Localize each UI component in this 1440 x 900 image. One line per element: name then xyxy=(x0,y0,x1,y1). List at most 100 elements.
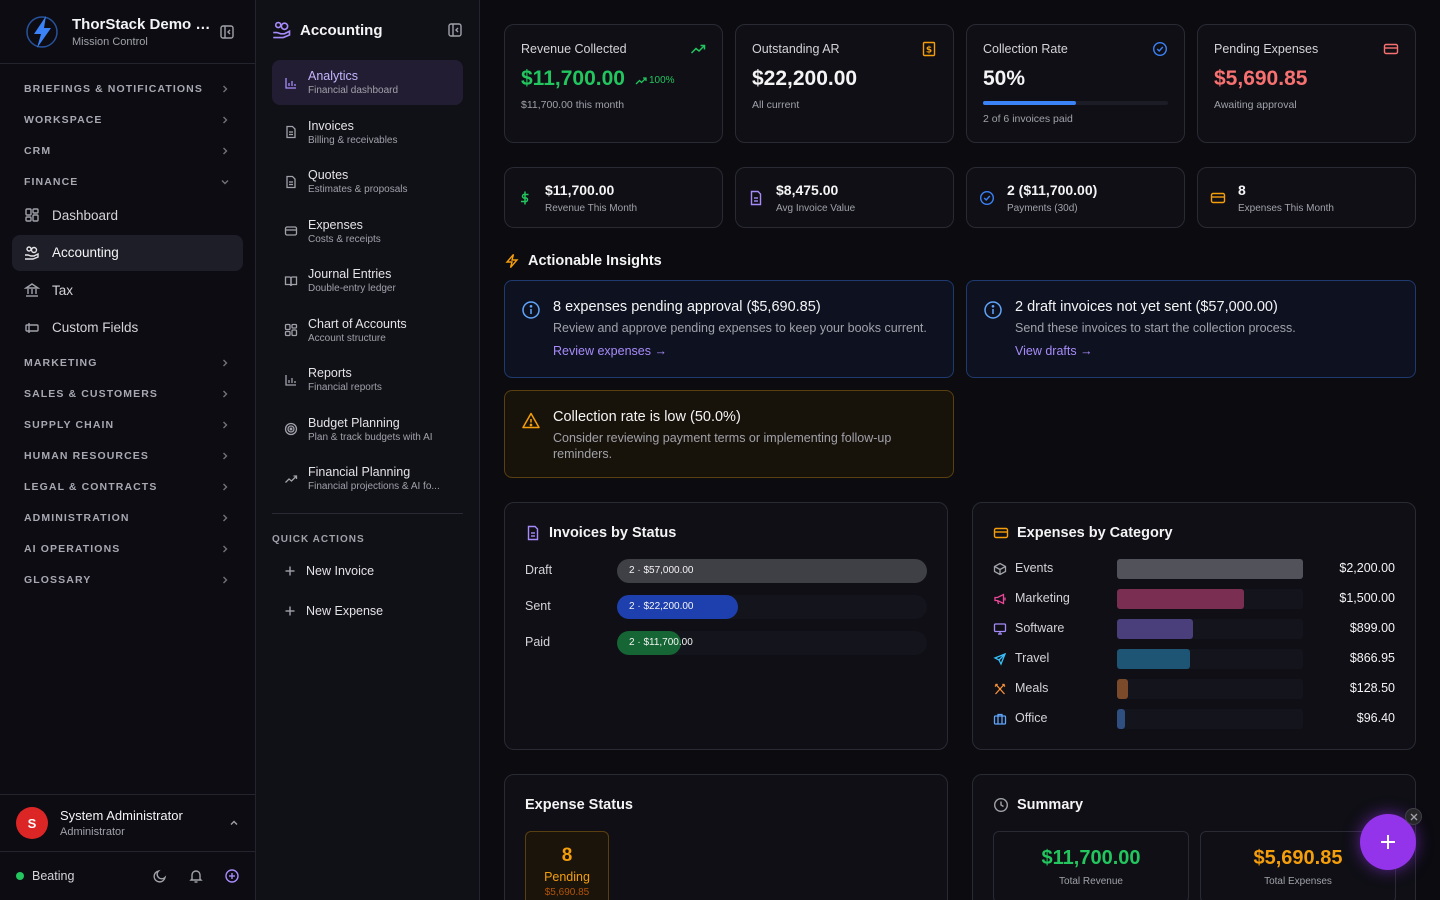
nav-group-workspace[interactable]: WORKSPACE xyxy=(0,104,255,135)
category-track xyxy=(1117,649,1303,669)
subnav-desc: Billing & receivables xyxy=(308,134,398,146)
add-circle-icon[interactable] xyxy=(224,868,240,884)
chevron-right-icon xyxy=(219,114,231,126)
category-amount: $1,500.00 xyxy=(1339,591,1395,605)
stat-value: 8 xyxy=(1238,182,1246,198)
subnav-label: Budget Planning xyxy=(308,415,400,430)
stat-label: Payments (30d) xyxy=(1007,203,1078,214)
info-icon xyxy=(521,300,541,320)
nav-group-legal[interactable]: LEGAL & CONTRACTS xyxy=(0,471,255,502)
kpi-label: Outstanding AR xyxy=(752,42,840,56)
status-label: Paid xyxy=(525,635,551,649)
briefcase-icon xyxy=(993,712,1007,726)
invoices-by-status-card: Invoices by Status Draft 2 · $57,000.00 Se… xyxy=(504,502,948,750)
kpi-subtext: $11,700.00 this month xyxy=(521,99,625,111)
kpi-value: $22,200.00 xyxy=(752,67,858,90)
review-expenses-link[interactable]: Review expenses → xyxy=(553,344,667,358)
plane-icon xyxy=(993,652,1007,666)
nav-group-briefings[interactable]: BRIEFINGS & NOTIFICATIONS xyxy=(0,73,255,104)
insight-description: Review and approve pending expenses to k… xyxy=(553,321,927,335)
subnav-item-expenses[interactable]: Expenses Costs & receipts xyxy=(272,209,463,254)
kpi-label: Pending Expenses xyxy=(1214,42,1319,56)
subnav-item-quotes[interactable]: Quotes Estimates & proposals xyxy=(272,159,463,204)
sidebar-item-custom-fields[interactable]: Custom Fields xyxy=(12,310,243,346)
collapse-sidebar-icon[interactable] xyxy=(219,24,235,40)
subnav-item-invoices[interactable]: Invoices Billing & receivables xyxy=(272,110,463,155)
nav-group-glossary[interactable]: GLOSSARY xyxy=(0,564,255,595)
nav-group-hr[interactable]: HUMAN RESOURCES xyxy=(0,440,255,471)
trending-up-icon xyxy=(284,472,298,486)
new-invoice-button[interactable]: New Invoice xyxy=(272,551,463,591)
brand-header[interactable]: ThorStack Demo C... Mission Control xyxy=(0,0,255,64)
category-bar xyxy=(1117,649,1191,669)
bell-icon[interactable] xyxy=(188,868,204,884)
subnav-item-analytics[interactable]: Analytics Financial dashboard xyxy=(272,60,463,105)
kpi-outstanding-ar: Outstanding AR $ $22,200.00 All current xyxy=(735,24,954,143)
category-bar xyxy=(1117,559,1303,579)
dismiss-fab-button[interactable] xyxy=(1405,808,1422,825)
subnav-item-budget-planning[interactable]: Budget Planning Plan & track budgets with… xyxy=(272,407,463,452)
nav-group-sales[interactable]: SALES & CUSTOMERS xyxy=(0,378,255,409)
sidebar-item-accounting[interactable]: Accounting xyxy=(12,234,243,271)
new-expense-button[interactable]: New Expense xyxy=(272,591,463,631)
nav-group-supply-chain[interactable]: SUPPLY CHAIN xyxy=(0,409,255,440)
nav-group-crm[interactable]: CRM xyxy=(0,135,255,166)
category-bar xyxy=(1117,709,1126,729)
status-track: 2 · $11,700.00 xyxy=(617,631,927,655)
stat-value: $8,475.00 xyxy=(776,182,839,198)
subnav-item-financial-planning[interactable]: Financial Planning Financial projections … xyxy=(272,456,463,501)
quick-actions-heading: QUICK ACTIONS xyxy=(272,534,365,545)
subnav-desc: Financial reports xyxy=(308,382,382,393)
check-circle-icon xyxy=(979,190,995,206)
status-row-draft[interactable]: Draft 2 · $57,000.00 xyxy=(525,559,927,583)
category-track xyxy=(1117,619,1303,639)
card-title: Expense Status xyxy=(525,797,633,813)
quick-action-label: New Invoice xyxy=(306,564,375,578)
quote-document-icon xyxy=(284,175,298,189)
book-open-icon xyxy=(284,274,298,288)
stat-label: Revenue This Month xyxy=(545,203,638,214)
kpi-revenue-collected: Revenue Collected $11,700.00 100% $11,70… xyxy=(504,24,723,143)
credit-card-icon xyxy=(284,224,298,238)
credit-card-icon xyxy=(993,525,1009,541)
subnav-item-chart-of-accounts[interactable]: Chart of Accounts Account structure xyxy=(272,308,463,353)
status-row-paid[interactable]: Paid 2 · $11,700.00 xyxy=(525,631,927,655)
moon-icon[interactable] xyxy=(152,868,168,884)
warning-triangle-icon xyxy=(521,411,541,431)
subnav-item-reports[interactable]: Reports Financial reports xyxy=(272,357,463,402)
insight-pending-expenses: 8 expenses pending approval ($5,690.85) … xyxy=(504,280,954,378)
category-track xyxy=(1117,709,1303,729)
chevron-right-icon xyxy=(219,83,231,95)
card-title: Invoices by Status xyxy=(525,525,676,541)
utensils-icon xyxy=(993,682,1007,696)
collection-progress-fill xyxy=(983,101,1076,105)
nav-group-administration[interactable]: ADMINISTRATION xyxy=(0,502,255,533)
chevron-right-icon xyxy=(219,543,231,555)
card-title-text: Summary xyxy=(1017,797,1084,813)
category-row-office: Office $96.40 xyxy=(993,709,1395,729)
status-label: Draft xyxy=(525,563,553,577)
stat-revenue-this-month: $11,700.00 Revenue This Month xyxy=(504,167,723,228)
category-track xyxy=(1117,589,1303,609)
nav-group-marketing[interactable]: MARKETING xyxy=(0,347,255,378)
dashboard-grid-icon xyxy=(24,207,40,223)
total-expenses-label: Total Expenses xyxy=(1264,876,1332,887)
nav-group-finance[interactable]: FINANCE xyxy=(0,166,255,197)
user-menu[interactable]: S System Administrator Administrator xyxy=(0,794,256,852)
insights-heading: Actionable Insights xyxy=(504,253,662,269)
accounting-subnav: Accounting Analytics Financial dashboard … xyxy=(256,0,480,900)
view-drafts-link[interactable]: View drafts → xyxy=(1015,344,1093,358)
nav-group-ai-operations[interactable]: AI OPERATIONS xyxy=(0,533,255,564)
subnav-desc: Double-entry ledger xyxy=(308,283,396,294)
sidebar-item-tax[interactable]: Tax xyxy=(12,272,243,308)
sidebar-item-dashboard[interactable]: Dashboard xyxy=(12,197,243,233)
status-row-sent[interactable]: Sent 2 · $22,200.00 xyxy=(525,595,927,619)
pending-expenses-tile[interactable]: 8 Pending $5,690.85 xyxy=(525,831,609,900)
expense-status-card: Expense Status 8 Pending $5,690.85 xyxy=(504,774,948,900)
credit-card-icon xyxy=(1210,190,1226,206)
collapse-panel-icon[interactable] xyxy=(447,22,463,38)
subnav-item-journal-entries[interactable]: Journal Entries Double-entry ledger xyxy=(272,258,463,303)
sidebar-item-label: Tax xyxy=(52,282,74,298)
status-bar-label: 2 · $11,700.00 xyxy=(629,637,693,648)
subnav-desc: Estimates & proposals xyxy=(308,184,408,195)
